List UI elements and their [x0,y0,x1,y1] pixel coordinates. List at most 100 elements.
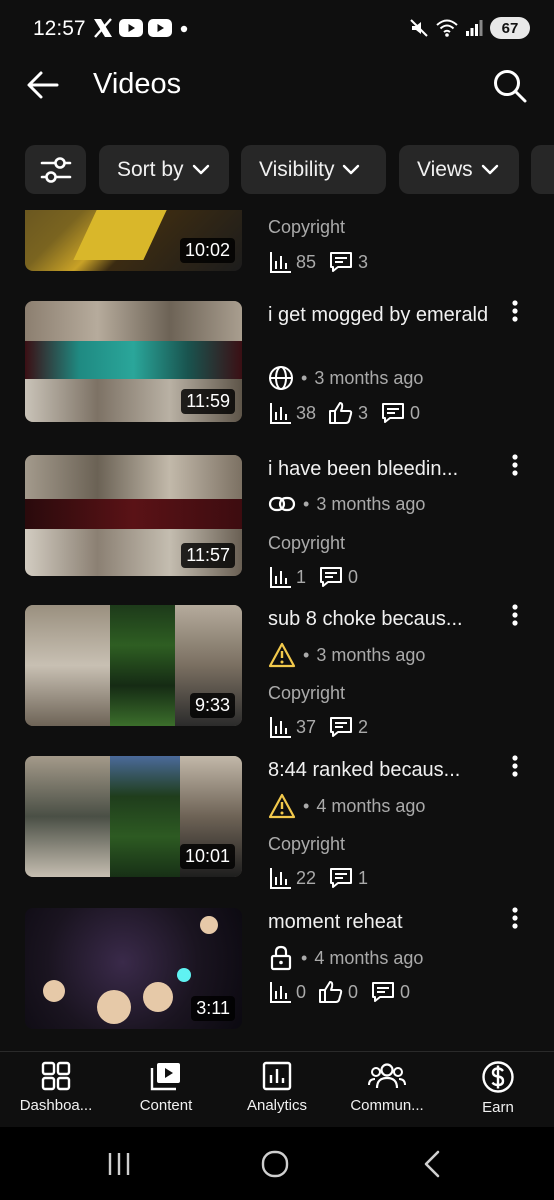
video-thumbnail[interactable]: 9:33 [25,605,242,726]
dot-icon [180,25,188,33]
chevron-left-icon [424,1150,440,1178]
meta-row: • 3 months ago [268,493,425,515]
separator-dot: • [303,795,310,816]
duration-badge: 10:02 [179,238,235,263]
comment-icon [372,982,395,1002]
separator-dot: • [301,367,308,388]
thumbnail-panel [25,605,110,726]
thumbnail-gear [200,916,218,934]
arrow-left-icon [27,71,59,99]
back-button[interactable] [24,66,62,104]
system-icons: 67 [409,17,530,39]
chip-views[interactable]: Views [399,145,519,194]
home-button[interactable] [258,1149,292,1179]
chevron-down-icon [481,164,498,174]
copyright-label: Copyright [268,834,346,854]
more-options-button[interactable] [502,450,528,480]
video-thumbnail[interactable]: 3:11 [25,908,242,1029]
video-thumbnail[interactable]: 10:02 [25,210,242,271]
video-thumbnail[interactable]: 10:01 [25,756,242,877]
views-stat: 0 [268,980,306,1004]
more-options-button[interactable] [502,751,528,781]
duration-badge: 11:57 [181,543,235,568]
upload-age: 3 months ago [314,367,424,388]
stats-row: 38 3 0 [268,401,432,425]
stats-row: 37 2 [268,715,380,739]
nav-content[interactable]: Content [116,1060,216,1114]
bar-chart-icon [270,567,291,588]
chip-visibility[interactable]: Visibility [241,145,386,194]
filter-chips: Sort by Visibility Views [0,145,554,195]
stats-row: 22 1 [268,866,380,890]
meta-row: • 3 months ago [268,365,423,391]
youtube-icon [119,19,143,37]
video-thumbnail[interactable]: 11:59 [25,301,242,422]
thumbnail-shape [73,210,167,260]
views-count: 85 [296,251,317,272]
bar-chart-icon [270,717,291,738]
comment-icon [330,717,353,737]
notification-icons [92,18,191,38]
views-count: 38 [296,402,317,423]
comments-stat: 0 [370,980,410,1004]
nav-dashboard[interactable]: Dashboa... [6,1060,106,1114]
chip-sort-by-label: Sort by [117,157,184,181]
video-title[interactable]: sub 8 choke becaus... [268,606,496,633]
nav-community[interactable]: Commun... [337,1060,437,1114]
views-count: 1 [296,566,307,587]
nav-label: Earn [482,1099,514,1116]
filter-button[interactable] [25,145,86,194]
chip-sort-by[interactable]: Sort by [99,145,229,194]
thumbnail-panel [25,756,110,877]
video-title[interactable]: i get mogged by emerald [268,302,496,329]
meta-row: • 3 months ago [268,642,425,668]
chevron-down-icon [343,164,360,174]
lock-icon [270,945,292,971]
thumbs-up-icon [329,402,353,424]
more-vert-icon [512,454,518,476]
upload-age: 3 months ago [316,493,426,514]
recent-apps-button[interactable] [104,1149,134,1179]
more-options-button[interactable] [502,600,528,630]
thumbnail-band [25,455,242,499]
stats-row: 1 0 [268,565,370,589]
nav-analytics[interactable]: Analytics [227,1060,327,1114]
nav-label: Analytics [246,1097,308,1114]
copyright-label: Copyright [268,683,346,703]
thumbnail-band [25,301,242,341]
more-options-button[interactable] [502,903,528,933]
search-icon [494,70,527,103]
more-options-button[interactable] [502,296,528,326]
comments-count: 0 [400,981,411,1002]
video-title[interactable]: moment reheat [268,909,496,936]
comments-count: 3 [358,251,369,272]
comment-icon [320,567,343,587]
status-time: 12:57 [33,17,86,40]
bar-chart-icon [270,982,291,1003]
video-title[interactable]: 8:44 ranked becaus... [268,757,496,784]
warning-icon [268,793,296,819]
video-list: 10:02 Copyright 85 3 11:59 i get mogged … [0,210,554,1050]
signal-icon [466,20,483,36]
community-icon [368,1063,406,1089]
x-app-icon [94,18,112,38]
nav-earn[interactable]: Earn [448,1060,548,1116]
upload-age: 4 months ago [316,795,426,816]
copyright-label: Copyright [268,533,346,553]
recent-apps-icon [108,1153,130,1175]
separator-dot: • [303,493,310,514]
search-button[interactable] [490,66,530,106]
likes-count: 0 [348,981,359,1002]
duration-badge: 10:01 [179,844,235,869]
system-back-button[interactable] [417,1149,447,1179]
meta-row: • 4 months ago [268,945,423,971]
app-bar: Videos [0,58,554,118]
nav-label: Content [139,1097,193,1114]
video-thumbnail[interactable]: 11:57 [25,455,242,576]
chip-partial[interactable] [531,145,554,194]
video-title[interactable]: i have been bleedin... [268,456,496,483]
comments-count: 0 [348,566,359,587]
upload-age: 4 months ago [314,947,424,968]
wifi-icon [436,19,458,37]
dashboard-icon [41,1061,71,1091]
